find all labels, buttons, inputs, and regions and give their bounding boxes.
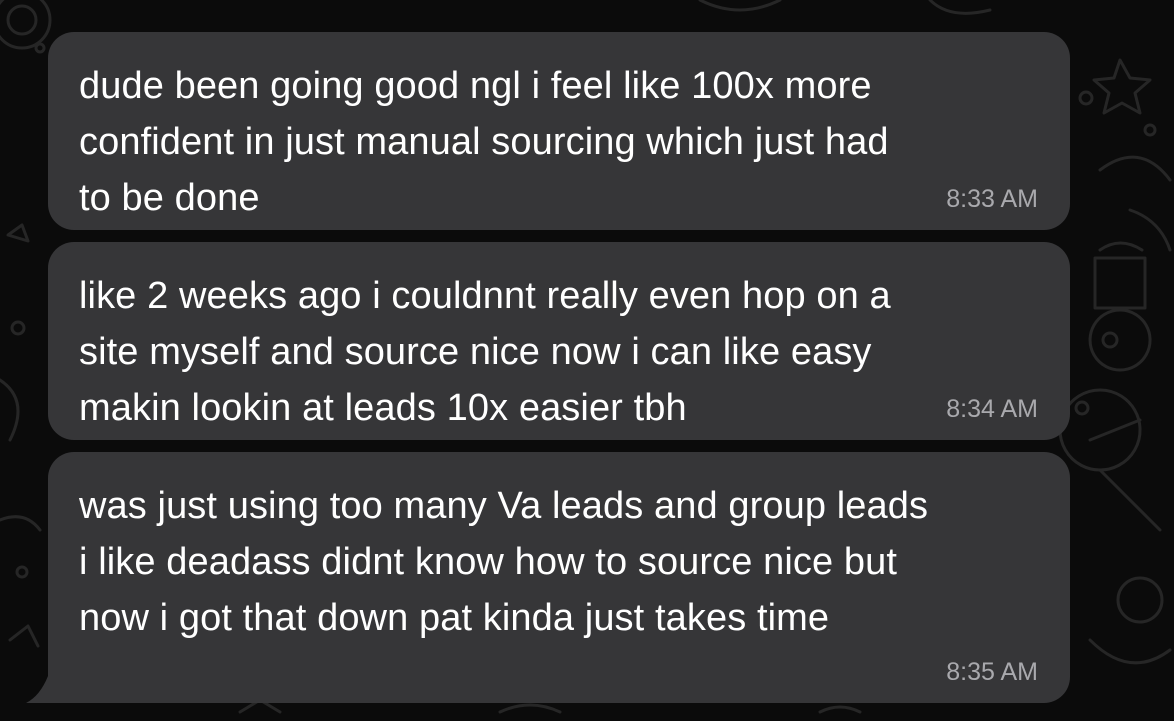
message-text: like 2 weeks ago i couldnnt really even … (79, 275, 891, 429)
message-timestamp: 8:34 AM (946, 395, 1038, 423)
message-text: was just using too many Va leads and gro… (79, 485, 929, 639)
message-timestamp: 8:33 AM (946, 185, 1038, 213)
message-bubble[interactable]: was just using too many Va leads and gro… (48, 452, 1070, 703)
message-bubble[interactable]: dude been going good ngl i feel like 100… (48, 32, 1070, 230)
message-timestamp: 8:35 AM (946, 658, 1038, 686)
message-bubble[interactable]: like 2 weeks ago i couldnnt really even … (48, 242, 1070, 440)
message-text: dude been going good ngl i feel like 100… (79, 65, 889, 219)
